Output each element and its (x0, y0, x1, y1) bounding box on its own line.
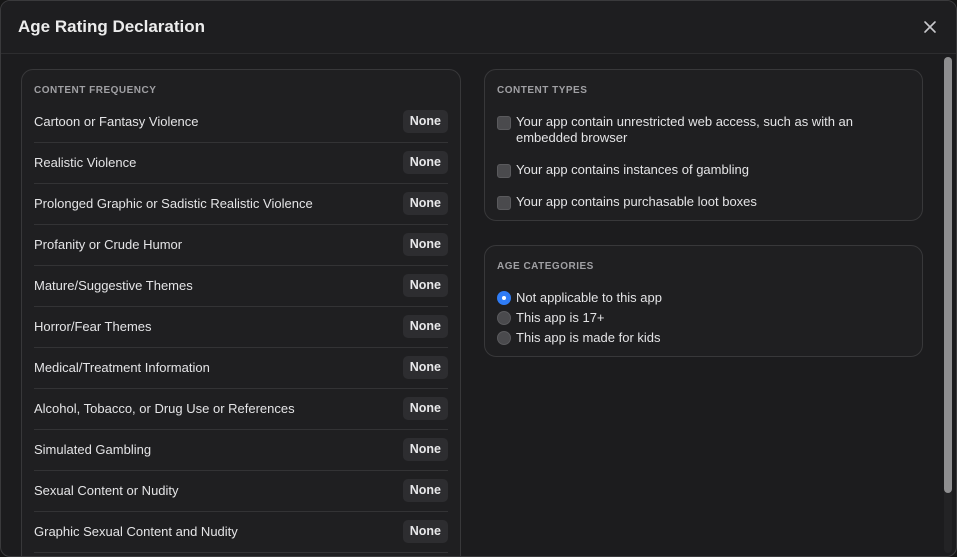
frequency-label: Profanity or Crude Humor (34, 237, 183, 252)
frequency-select[interactable]: None (402, 438, 448, 461)
frequency-select[interactable]: None (402, 315, 448, 338)
frequency-label: Cartoon or Fantasy Violence (34, 114, 199, 129)
frequency-row: Medical/Treatment Information None (34, 348, 448, 389)
checkbox-web-access[interactable]: Your app contain unrestricted web access… (497, 114, 907, 146)
checkbox-gambling[interactable]: Your app contains instances of gambling (497, 162, 907, 178)
radio-label: This app is 17+ (516, 310, 605, 325)
frequency-label: Horror/Fear Themes (34, 319, 152, 334)
frequency-row: Prolonged Graphic or Sadistic Realistic … (34, 184, 448, 225)
content-frequency-panel: CONTENT FREQUENCY Cartoon or Fantasy Vio… (21, 69, 461, 556)
content-types-heading: CONTENT TYPES (497, 85, 588, 96)
frequency-row: Cartoon or Fantasy Violence None (34, 102, 448, 143)
frequency-row: Profanity or Crude Humor None (34, 225, 448, 266)
radio-made-for-kids[interactable]: This app is made for kids (497, 330, 897, 346)
frequency-row: Mature/Suggestive Themes None (34, 266, 448, 307)
checkbox[interactable] (497, 116, 511, 130)
dialog-title: Age Rating Declaration (18, 17, 206, 36)
frequency-label: Alcohol, Tobacco, or Drug Use or Referen… (34, 401, 295, 416)
checkbox[interactable] (497, 196, 511, 210)
scrollbar-thumb[interactable] (944, 57, 952, 493)
frequency-row: Alcohol, Tobacco, or Drug Use or Referen… (34, 389, 448, 430)
frequency-select[interactable]: None (402, 233, 448, 256)
checkbox-label: Your app contains instances of gambling (516, 162, 749, 177)
frequency-row: Realistic Violence None (34, 143, 448, 184)
frequency-label: Prolonged Graphic or Sadistic Realistic … (34, 196, 313, 211)
frequency-label: Sexual Content or Nudity (34, 483, 179, 498)
frequency-select[interactable]: None (402, 110, 448, 133)
content-types-panel: CONTENT TYPES Your app contain unrestric… (484, 69, 923, 221)
scrollbar[interactable] (944, 57, 952, 553)
frequency-row: Simulated Gambling None (34, 430, 448, 471)
frequency-select[interactable]: None (402, 151, 448, 174)
frequency-label: Medical/Treatment Information (34, 360, 210, 375)
close-icon (924, 21, 936, 33)
frequency-row: Graphic Sexual Content and Nudity None (34, 512, 448, 553)
frequency-label: Simulated Gambling (34, 442, 152, 457)
content-frequency-heading: CONTENT FREQUENCY (34, 85, 157, 96)
radio-label: This app is made for kids (516, 330, 661, 345)
checkbox-loot-boxes[interactable]: Your app contains purchasable loot boxes (497, 194, 907, 210)
radio-button[interactable] (497, 311, 511, 325)
age-categories-heading: AGE CATEGORIES (497, 261, 594, 272)
frequency-label: Mature/Suggestive Themes (34, 278, 193, 293)
age-rating-dialog: Age Rating Declaration CONTENT FREQUENCY… (0, 0, 957, 557)
frequency-select[interactable]: None (402, 274, 448, 297)
frequency-row: Sexual Content or Nudity None (34, 471, 448, 512)
frequency-label: Realistic Violence (34, 155, 137, 170)
frequency-select[interactable]: None (402, 356, 448, 379)
radio-button[interactable] (497, 331, 511, 345)
radio-not-applicable[interactable]: Not applicable to this app (497, 290, 897, 306)
radio-17-plus[interactable]: This app is 17+ (497, 310, 897, 326)
checkbox[interactable] (497, 164, 511, 178)
radio-button[interactable] (497, 291, 511, 305)
frequency-row: Horror/Fear Themes None (34, 307, 448, 348)
dialog-content: CONTENT FREQUENCY Cartoon or Fantasy Vio… (1, 54, 940, 556)
frequency-select[interactable]: None (402, 397, 448, 420)
dialog-header: Age Rating Declaration (1, 1, 956, 54)
age-categories-panel: AGE CATEGORIES Not applicable to this ap… (484, 245, 923, 357)
frequency-label: Graphic Sexual Content and Nudity (34, 524, 238, 539)
checkbox-label: Your app contains purchasable loot boxes (516, 194, 757, 209)
checkbox-label: Your app contain unrestricted web access… (516, 114, 853, 145)
frequency-select[interactable]: None (402, 520, 448, 543)
close-button[interactable] (921, 18, 939, 36)
frequency-select[interactable]: None (402, 479, 448, 502)
frequency-select[interactable]: None (402, 192, 448, 215)
radio-label: Not applicable to this app (516, 290, 662, 305)
